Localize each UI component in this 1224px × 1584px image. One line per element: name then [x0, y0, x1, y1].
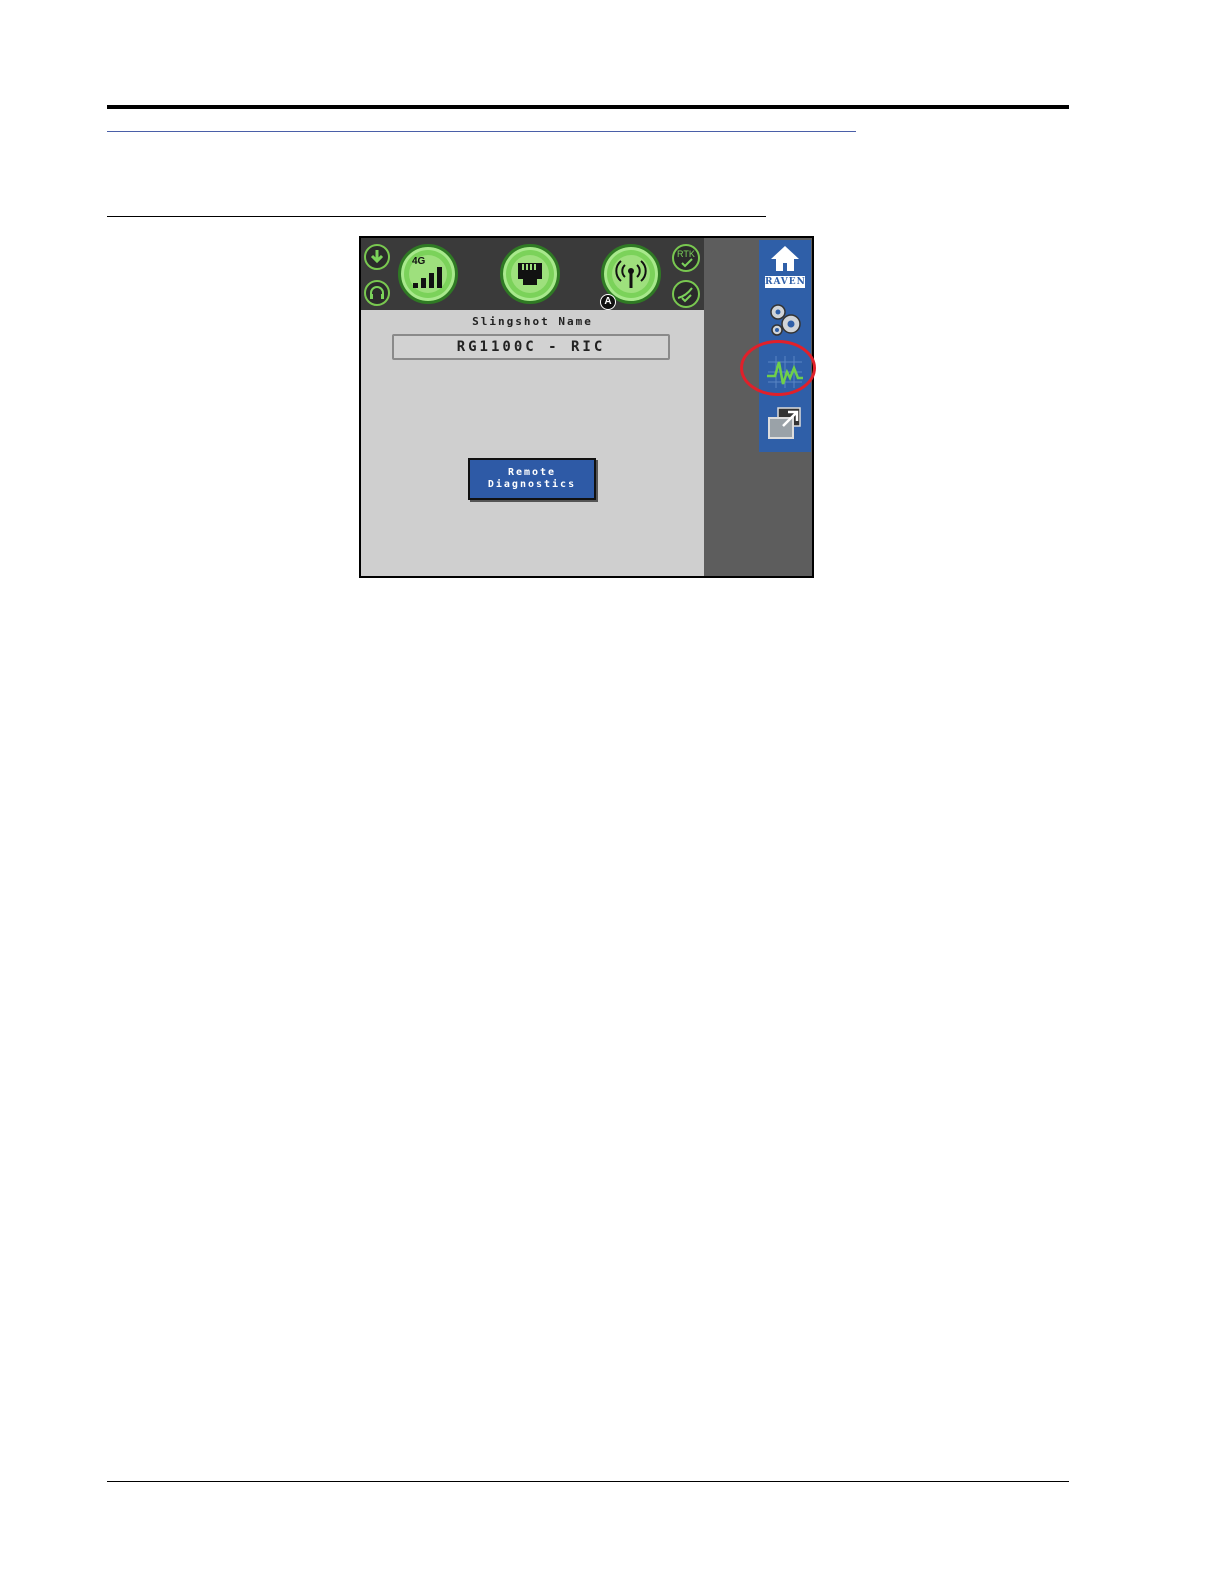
remote-diagnostics-button[interactable]: Remote Diagnostics	[468, 458, 596, 500]
status-bar: 4G A RTK	[361, 238, 704, 310]
header-link-rule	[107, 131, 856, 132]
header-rule	[107, 105, 1069, 109]
figure-rule	[107, 216, 766, 217]
headset-icon[interactable]	[364, 280, 390, 306]
cellular-status-icon[interactable]: 4G	[398, 244, 458, 304]
rtk-status-icon[interactable]: RTK	[672, 244, 700, 272]
slingshot-name-field[interactable]: RG1100C - RIC	[392, 334, 670, 360]
sidebar-item-home[interactable]: RAVEN	[759, 240, 811, 292]
gps-badge: A	[600, 294, 616, 310]
remote-diagnostics-line1: Remote	[507, 467, 557, 478]
slingshot-screen: 4G A RTK Slingshot Name RG1100C - RIC Re…	[359, 236, 814, 578]
diagnostics-highlight-ring	[740, 340, 816, 396]
gear-icon	[770, 304, 801, 336]
raven-logo: RAVEN	[765, 276, 806, 288]
slingshot-name-label: Slingshot Name	[472, 315, 593, 328]
sidebar-item-settings[interactable]	[759, 294, 811, 346]
home-icon	[771, 246, 799, 271]
external-display-icon	[768, 407, 801, 439]
ethernet-icon[interactable]	[500, 244, 560, 304]
sidebar-item-external-display[interactable]	[759, 398, 811, 450]
remote-diagnostics-line2: Diagnostics	[487, 479, 577, 490]
guidance-status-icon[interactable]	[672, 280, 700, 308]
footer-rule	[107, 1481, 1069, 1482]
download-icon[interactable]	[364, 244, 390, 270]
